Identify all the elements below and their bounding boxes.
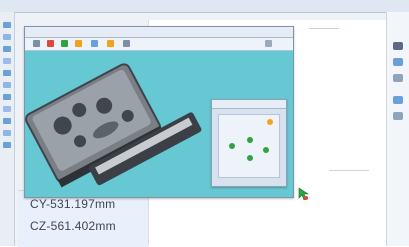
cursor-icon [298, 187, 309, 201]
viewer-titlebar[interactable] [25, 27, 293, 38]
cz-coordinate: CZ-561.402mm [30, 219, 116, 233]
tool-icon-4[interactable] [393, 96, 403, 104]
control-point-icon[interactable] [247, 137, 253, 143]
control-point-icon[interactable] [263, 147, 269, 153]
rail-tool-icon[interactable] [3, 46, 11, 52]
rail-tool-icon[interactable] [3, 70, 11, 76]
open-icon[interactable] [33, 40, 40, 47]
status-indicator-icon [267, 119, 273, 125]
guide-line [329, 170, 369, 171]
viewer-toolbar [25, 38, 293, 51]
orientation-dialog[interactable] [211, 99, 287, 187]
3d-viewer-window[interactable] [24, 26, 309, 201]
coordinate-panel: CY-531.197mm CZ-561.402mm [18, 190, 148, 247]
rail-tool-icon[interactable] [3, 22, 11, 28]
cy-coordinate: CY-531.197mm [30, 197, 116, 211]
control-point-icon[interactable] [229, 143, 235, 149]
tool-icon-1[interactable] [393, 42, 403, 50]
tool-icon-2[interactable] [393, 58, 403, 66]
rail-tool-icon[interactable] [3, 142, 11, 148]
rail-tool-icon[interactable] [3, 82, 11, 88]
rotate-icon[interactable] [75, 40, 82, 47]
app-titlebar [0, 0, 409, 13]
left-tool-rail [0, 12, 15, 246]
zoom-icon[interactable] [61, 40, 68, 47]
view-icon[interactable] [91, 40, 98, 47]
settings-icon[interactable] [107, 40, 114, 47]
desktop-application: CY-531.197mm CZ-561.402mm [0, 0, 409, 247]
tool-icon-5[interactable] [393, 112, 403, 120]
guide-line [309, 28, 339, 29]
help-icon[interactable] [123, 40, 130, 47]
dialog-control-panel [218, 114, 280, 178]
right-toolbar [386, 12, 409, 246]
maximize-icon[interactable] [265, 40, 272, 47]
rail-tool-icon[interactable] [3, 58, 11, 64]
rail-tool-icon[interactable] [3, 130, 11, 136]
save-icon[interactable] [47, 40, 54, 47]
control-point-icon[interactable] [247, 155, 253, 161]
rail-tool-icon[interactable] [3, 118, 11, 124]
rail-tool-icon[interactable] [3, 94, 11, 100]
rail-tool-icon[interactable] [3, 34, 11, 40]
rail-tool-icon[interactable] [3, 106, 11, 112]
tool-icon-3[interactable] [393, 74, 403, 82]
dialog-titlebar[interactable] [212, 100, 286, 109]
